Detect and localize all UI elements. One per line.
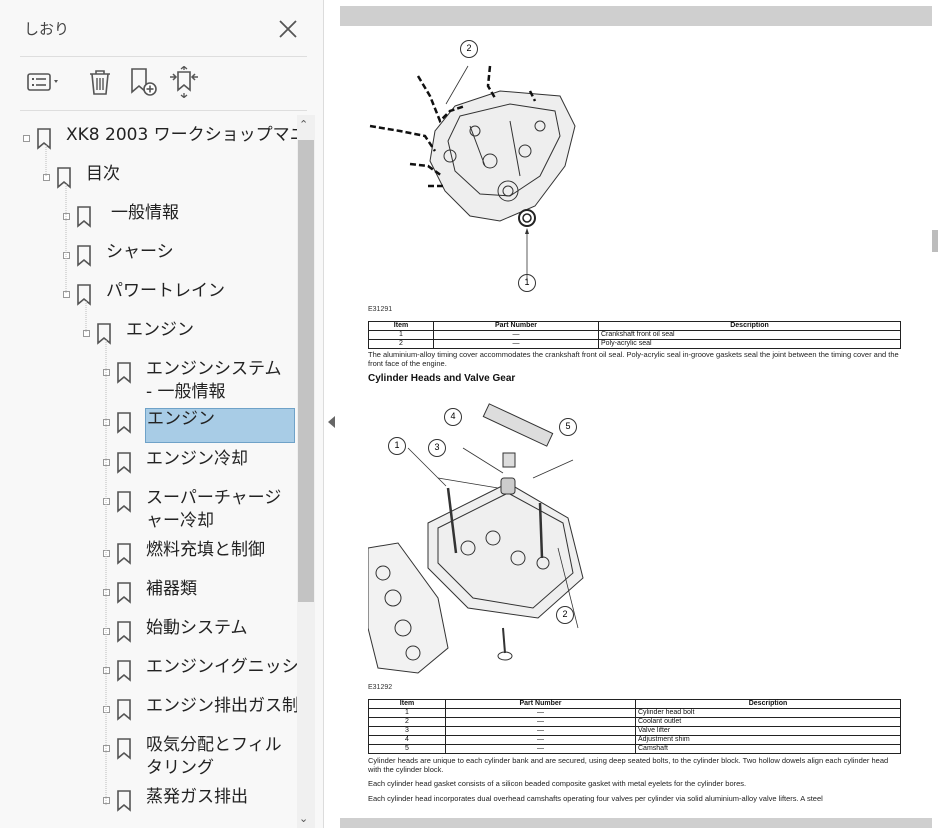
table-row: 2— Coolant outlet: [368, 717, 901, 727]
close-icon[interactable]: [274, 15, 302, 43]
bookmark-label: エンジンイグニッション: [146, 657, 300, 677]
table-header: Item: [368, 699, 446, 709]
table-cell: Poly-acrylic seal: [598, 339, 901, 349]
table-header: Description: [635, 699, 901, 709]
collapse-panel-icon[interactable]: [328, 416, 335, 428]
bookmark-label: 蒸発ガス排出: [146, 787, 248, 807]
table-row: 5— Camshaft: [368, 744, 901, 754]
table-cell: —: [445, 744, 636, 754]
scrollbar-thumb[interactable]: [298, 140, 314, 602]
bookmark-label: エンジン: [147, 409, 215, 429]
panel-title: しおり: [24, 20, 70, 38]
expand-bookmark-icon[interactable]: [166, 64, 202, 100]
bookmark-label: スーパーチャージャー冷却: [146, 488, 282, 531]
table-cell: —: [445, 735, 636, 745]
scroll-up-icon[interactable]: ⌃: [299, 118, 308, 131]
bookmark-label: 始動システム: [146, 618, 248, 638]
table-cell: 5: [368, 744, 446, 754]
pdf-page: 2 1 E31291 Item Part Number Description …: [340, 26, 932, 818]
divider: [20, 56, 307, 57]
callout-2: 2: [556, 606, 574, 624]
add-bookmark-icon[interactable]: [126, 64, 160, 100]
table-header: Part Number: [433, 321, 599, 331]
table-header: Part Number: [445, 699, 636, 709]
callout-1: 1: [518, 274, 536, 292]
bookmark-label: 吸気分配とフィルタリング: [146, 735, 282, 778]
table-cell: Camshaft: [635, 744, 901, 754]
viewer-scrollbar-thumb[interactable]: [932, 230, 938, 252]
table-cell: —: [433, 339, 599, 349]
bookmark-tree: XK8 2003 ワークショップマニュアル 目次 一般情報 シャーシ パワートレ…: [0, 115, 300, 828]
callout-5: 5: [559, 418, 577, 436]
table-cell: —: [445, 726, 636, 736]
bookmark-label: 燃料充填と制御: [146, 540, 265, 560]
section-heading: Cylinder Heads and Valve Gear: [368, 373, 516, 384]
bookmark-label: エンジン排出ガス制御: [146, 696, 300, 716]
parts-table-1: Item Part Number Description 1 — Cranksh…: [368, 321, 901, 349]
table-cell: Crankshaft front oil seal: [598, 330, 901, 340]
divider: [20, 110, 307, 111]
page-gap: [340, 818, 932, 828]
table-cell: 2: [368, 339, 434, 349]
figure-code: E31292: [368, 684, 393, 691]
table-cell: Coolant outlet: [635, 717, 901, 727]
table-cell: Cylinder head bolt: [635, 708, 901, 718]
callout-2: 2: [460, 40, 478, 58]
table-cell: —: [433, 330, 599, 340]
bookmark-label: エンジンシステム - 一般情報: [146, 359, 282, 402]
table-cell: 1: [368, 330, 434, 340]
table-row: 1— Cylinder head bolt: [368, 708, 901, 718]
table-header: Item: [368, 321, 434, 331]
table-row: 1 — Crankshaft front oil seal: [368, 330, 901, 340]
options-menu-icon[interactable]: [22, 64, 66, 100]
table-cell: 3: [368, 726, 446, 736]
paragraph: Cylinder heads are unique to each cylind…: [368, 756, 889, 774]
table-cell: 1: [368, 708, 446, 718]
table-cell: —: [445, 717, 636, 727]
table-row: 2 — Poly-acrylic seal: [368, 339, 901, 349]
bookmark-label: エンジン冷却: [146, 449, 248, 469]
callout-1: 1: [388, 437, 406, 455]
trash-icon[interactable]: [84, 64, 116, 100]
paragraph: The aluminium-alloy timing cover accommo…: [368, 350, 899, 368]
callout-3: 3: [428, 439, 446, 457]
table-cell: 2: [368, 717, 446, 727]
table-row: 4— Adjustment shim: [368, 735, 901, 745]
scroll-down-icon[interactable]: ⌄: [299, 812, 308, 825]
table-cell: 4: [368, 735, 446, 745]
table-cell: Adjustment shim: [635, 735, 901, 745]
bookmark-label: 補器類: [146, 579, 197, 599]
paragraph: Each cylinder head incorporates dual ove…: [368, 794, 823, 803]
table-header: Description: [598, 321, 901, 331]
table-row: 3— Valve lifter: [368, 726, 901, 736]
parts-table-2: Item Part Number Description 1— Cylinder …: [368, 699, 901, 754]
tree-connectors: [45, 145, 107, 805]
table-cell: —: [445, 708, 636, 718]
panel-splitter[interactable]: [324, 0, 340, 828]
table-cell: Valve lifter: [635, 726, 901, 736]
bookmarks-panel: しおり XK8 2003 ワークショップマニュアル 目次 一般情報: [0, 0, 324, 828]
timing-cover-illustration: [369, 65, 576, 281]
paragraph: Each cylinder head gasket consists of a …: [368, 779, 747, 788]
callout-4: 4: [444, 408, 462, 426]
page-gap: [340, 6, 932, 26]
figure-code: E31291: [368, 306, 393, 313]
